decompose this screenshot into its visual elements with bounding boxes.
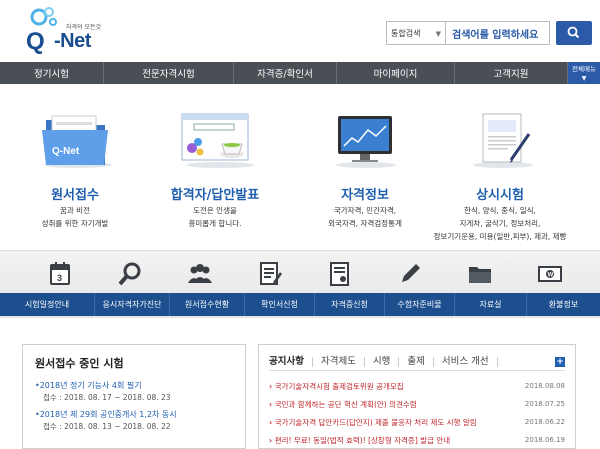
exam-application-panel: 원서접수 중인 시험 2018년 정기 기능사 4회 필기 접수 : 2018.… xyxy=(22,344,246,449)
feature-desc: 꿈과 비전 성취를 위한 자기개발 xyxy=(0,204,150,230)
nav-item-regular-exam[interactable]: 정기시험 xyxy=(0,62,104,84)
notice-title[interactable]: 국가기술자격시험 출제검토위원 공개모집 xyxy=(269,381,404,392)
svg-text:Q-Net: Q-Net xyxy=(52,146,80,157)
list-item[interactable]: 2018년 정기 기능사 4회 필기 접수 : 2018. 08. 17 ~ 2… xyxy=(35,380,233,403)
feature-desc: 도전은 인생을 흥미롭게 합니다. xyxy=(140,204,290,230)
exam-period: 접수 : 2018. 08. 17 ~ 2018. 08. 23 xyxy=(43,393,171,402)
notice-date: 2018.06.19 xyxy=(524,436,565,444)
feature-results[interactable]: 합격자/답안발표 도전은 인생을 흥미롭게 합니다. xyxy=(140,84,290,250)
list-item[interactable]: 편리! 무료! 동일(법적 효력)! [상장형 자격증] 발급 안내 2018.… xyxy=(269,431,565,449)
people-icon[interactable] xyxy=(185,259,215,289)
feature-desc-line: 성취를 위한 자기개발 xyxy=(41,219,109,228)
feature-desc-line: 한식, 양식, 중식, 일식, xyxy=(464,206,536,215)
quick-link-certificate-request[interactable]: 자격증신청 xyxy=(315,293,385,316)
exam-period: 접수 : 2018. 08. 13 ~ 2018. 08. 22 xyxy=(43,422,171,431)
search-scope-label: 통합검색 xyxy=(391,29,421,38)
quick-link-exam-supplies[interactable]: 수험자준비물 xyxy=(385,293,455,316)
svg-text:W: W xyxy=(548,273,554,279)
browser-icon xyxy=(181,113,254,168)
search-button[interactable] xyxy=(556,21,592,45)
magnifier-icon[interactable] xyxy=(115,259,145,289)
folder-icon[interactable] xyxy=(465,259,495,289)
feature-desc: 한식, 양식, 중식, 일식, 지게차, 굴삭기, 정보처리, 정보기기운용, … xyxy=(425,204,575,243)
pencil-icon[interactable] xyxy=(395,259,425,289)
tab-notice[interactable]: 공지사항 xyxy=(269,356,313,367)
notice-title[interactable]: 국가기술자격 답안카드(답안지) 제출 불응자 처리 제도 시행 알림 xyxy=(269,417,477,428)
feature-desc-line: 도전은 인생을 xyxy=(193,206,237,215)
nav-item-professional-exam[interactable]: 전문자격시험 xyxy=(104,62,234,84)
form-icon[interactable] xyxy=(255,259,285,289)
quick-link-confirmation-request[interactable]: 확인서신청 xyxy=(245,293,315,316)
tab-question-setting[interactable]: 출제 xyxy=(407,356,434,367)
tab-service-improvement[interactable]: 서비스 개선 xyxy=(442,356,498,367)
search-scope-select[interactable]: 통합검색 ▼ xyxy=(386,21,446,45)
svg-text:3: 3 xyxy=(57,273,62,283)
feature-desc-line: 지게차, 굴삭기, 정보처리, xyxy=(459,219,541,228)
money-icon[interactable]: W xyxy=(535,259,565,289)
feature-title: 합격자/답안발표 xyxy=(170,188,260,203)
feature-section: Q-Net 원서접수 꿈과 비전 성취를 위한 자기개발 합격자/답안발표 도전… xyxy=(0,84,600,250)
search-input[interactable]: 검색어를 입력하세요 xyxy=(446,21,550,45)
quick-link-refund-info[interactable]: 환불정보 xyxy=(527,293,600,316)
exam-name[interactable]: 2018년 정기 기능사 4회 필기 xyxy=(35,380,233,391)
quick-link-application-status[interactable]: 원서접수현황 xyxy=(170,293,245,316)
feature-desc-line: 정보기기운용, 미용(일반,피부), 제과, 제빵 xyxy=(433,232,567,241)
nav-item-support[interactable]: 고객지원 xyxy=(455,62,568,84)
notice-date: 2018.07.25 xyxy=(524,400,565,408)
search-bar: 통합검색 ▼ 검색어를 입력하세요 xyxy=(386,21,592,45)
quick-link-self-diagnosis[interactable]: 응시자격자가진단 xyxy=(95,293,170,316)
quick-link-exam-schedule[interactable]: 시험일정안내 xyxy=(0,293,95,316)
list-item[interactable]: 국가기술자격시험 출제검토위원 공개모집 2018.08.08 xyxy=(269,377,565,395)
feature-desc: 국가자격, 민간자격, 외국자격, 자격검정통계 xyxy=(290,204,440,230)
all-menu-button[interactable]: 전체메뉴 ▼ xyxy=(568,62,600,84)
feature-title: 원서접수 xyxy=(51,188,99,203)
feature-desc-line: 국가자격, 민간자격, xyxy=(333,206,397,215)
feature-qualification-info[interactable]: 자격정보 국가자격, 민간자격, 외국자격, 자격검정통계 xyxy=(290,84,440,250)
nav-item-certificate[interactable]: 자격증/확인서 xyxy=(234,62,337,84)
panel-title: 원서접수 중인 시험 xyxy=(35,357,124,370)
search-icon xyxy=(567,26,580,39)
notice-date: 2018.06.22 xyxy=(524,418,565,426)
feature-title: 자격정보 xyxy=(341,188,389,203)
feature-desc-line: 꿈과 비전 xyxy=(60,206,90,215)
feature-regular-test[interactable]: 상시시험 한식, 양식, 중식, 일식, 지게차, 굴삭기, 정보처리, 정보기… xyxy=(425,84,575,250)
monitor-icon xyxy=(336,116,396,168)
header: 자격의 모든것 Q -Net 통합검색 ▼ 검색어를 입력하세요 xyxy=(0,0,600,62)
list-item[interactable]: 국가기술자격 답안카드(답안지) 제출 불응자 처리 제도 시행 알림 2018… xyxy=(269,413,565,431)
all-menu-label: 전체메뉴 xyxy=(572,65,596,73)
exam-name[interactable]: 2018년 제 29회 공인중개사 1,2차 동시 xyxy=(35,409,233,420)
notice-tabs: 공지사항 자격제도 시행 출제 서비스 개선 + xyxy=(269,353,565,371)
chevron-down-icon: ▼ xyxy=(435,30,441,38)
chevron-down-icon: ▼ xyxy=(581,75,587,82)
quick-links-bar: 시험일정안내 응시자격자가진단 원서접수현황 확인서신청 자격증신청 수험자준비… xyxy=(0,293,600,316)
notice-title[interactable]: 국민과 함께하는 공단 혁신 계획(안) 의견수렴 xyxy=(269,399,417,410)
logo-name: -Net xyxy=(54,30,91,52)
certificate-icon[interactable] xyxy=(325,259,355,289)
calendar-icon[interactable]: 3 xyxy=(45,259,75,289)
folder-icon: Q-Net xyxy=(42,115,112,168)
notice-date: 2018.08.08 xyxy=(524,382,565,390)
list-item[interactable]: 2018년 제 29회 공인중개사 1,2차 동시 접수 : 2018. 08.… xyxy=(35,409,233,432)
qnet-logo[interactable]: 자격의 모든것 Q -Net xyxy=(26,6,126,56)
feature-desc-line: 외국자격, 자격검정통계 xyxy=(328,219,402,228)
feature-desc-line: 흥미롭게 합니다. xyxy=(188,219,242,228)
tab-qualification-system[interactable]: 자격제도 xyxy=(321,356,365,367)
logo-q: Q xyxy=(26,28,45,55)
tab-administration[interactable]: 시행 xyxy=(373,356,400,367)
main-nav: 정기시험 전문자격시험 자격증/확인서 마이페이지 고객지원 전체메뉴 ▼ xyxy=(0,62,600,84)
list-item[interactable]: 국민과 함께하는 공단 혁신 계획(안) 의견수렴 2018.07.25 xyxy=(269,395,565,413)
notice-panel: 공지사항 자격제도 시행 출제 서비스 개선 + 국가기술자격시험 출제검토위원… xyxy=(258,344,576,449)
feature-application[interactable]: Q-Net 원서접수 꿈과 비전 성취를 위한 자기개발 xyxy=(0,84,150,250)
notice-title[interactable]: 편리! 무료! 동일(법적 효력)! [상장형 자격증] 발급 안내 xyxy=(269,435,450,446)
document-icon xyxy=(473,113,533,168)
feature-title: 상시시험 xyxy=(476,188,524,203)
more-button[interactable]: + xyxy=(555,356,565,367)
nav-item-mypage[interactable]: 마이페이지 xyxy=(337,62,455,84)
quick-link-archive[interactable]: 자료실 xyxy=(455,293,527,316)
